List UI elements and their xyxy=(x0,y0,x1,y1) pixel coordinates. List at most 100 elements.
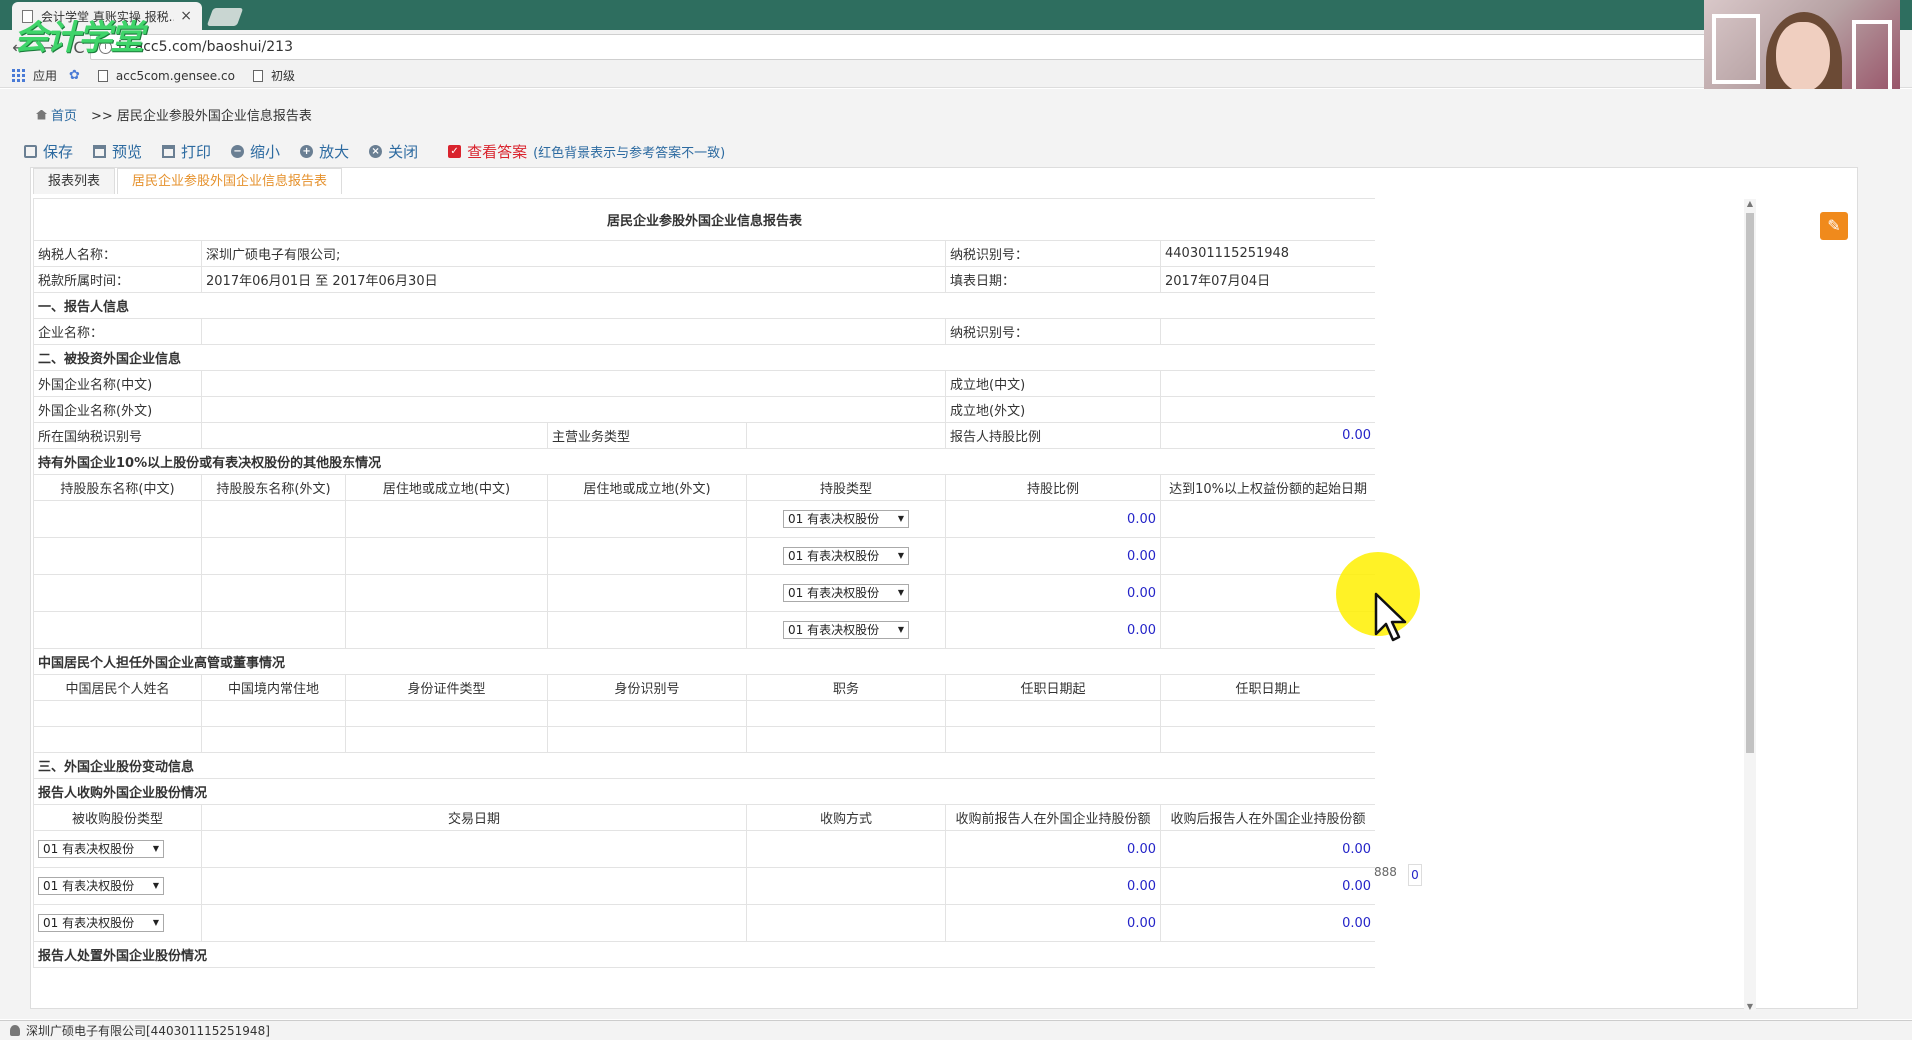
checkbox-checked-icon[interactable]: ✓ xyxy=(448,145,462,158)
cell-input[interactable] xyxy=(547,726,747,753)
bookmark-label: 初级 xyxy=(270,69,295,83)
trade-date-input[interactable] xyxy=(201,904,747,942)
close-button[interactable]: × 关闭 xyxy=(369,141,418,162)
before-share-input[interactable]: 0.00 xyxy=(945,830,1161,868)
start-date-input[interactable] xyxy=(1159,500,1375,538)
period-value: 2017年06月01日 至 2017年06月30日 xyxy=(201,266,946,293)
acquired-type-cell: 01 有表决权股份 xyxy=(33,830,202,868)
tab-foreign-investment-report[interactable]: 居民企业参股外国企业信息报告表 xyxy=(117,168,343,194)
cell-input[interactable] xyxy=(345,537,548,575)
cell-input[interactable] xyxy=(33,574,202,612)
cell-input[interactable] xyxy=(33,500,202,538)
section-foreign-company-info: 二、被投资外国企业信息 xyxy=(33,344,1375,371)
cell-input[interactable] xyxy=(547,574,747,612)
cell-input[interactable] xyxy=(746,700,946,727)
holding-ratio-input[interactable]: 0.00 xyxy=(1159,422,1375,449)
acquire-method-input[interactable] xyxy=(746,867,946,905)
acquired-type-select[interactable]: 01 有表决权股份 xyxy=(38,840,164,858)
preview-button[interactable]: 预览 xyxy=(93,141,142,162)
main-business-label: 主营业务类型 xyxy=(547,422,747,449)
acquire-method-input[interactable] xyxy=(746,830,946,868)
tab-report-list[interactable]: 报表列表 xyxy=(33,168,116,194)
save-button[interactable]: 保存 xyxy=(24,141,73,162)
scroll-down-icon[interactable]: ▼ xyxy=(1744,1002,1756,1011)
after-share-input[interactable]: 0.00 xyxy=(1159,904,1375,942)
scroll-up-icon[interactable]: ▲ xyxy=(1744,199,1756,208)
cell-input[interactable] xyxy=(345,574,548,612)
preview-label: 预览 xyxy=(112,143,143,161)
url-bar[interactable]: i lx.acc5.com/baoshui/213 xyxy=(90,34,1710,60)
cell-input[interactable] xyxy=(201,726,346,753)
cell-input[interactable] xyxy=(33,611,202,649)
cell-input[interactable] xyxy=(1159,700,1375,727)
bookmark-chuji[interactable]: 初级 xyxy=(252,67,295,84)
cell-input[interactable] xyxy=(746,726,946,753)
cell-input[interactable] xyxy=(345,611,548,649)
share-ratio-input[interactable]: 0.00 xyxy=(945,537,1161,575)
cell-input[interactable] xyxy=(33,726,202,753)
print-button[interactable]: 打印 xyxy=(162,141,211,162)
share-type-select[interactable]: 01 有表决权股份 xyxy=(783,547,909,565)
after-share-input[interactable]: 0.00 xyxy=(1159,867,1375,905)
breadcrumb-home-link[interactable]: 首页 xyxy=(51,105,77,124)
cell-input[interactable] xyxy=(33,700,202,727)
est-place-en-input[interactable] xyxy=(1159,396,1375,423)
cell-input[interactable] xyxy=(945,700,1161,727)
company-tax-id-input[interactable] xyxy=(1159,318,1375,345)
view-answer-checkbox[interactable]: ✓ 查看答案 (红色背景表示与参考答案不一致) xyxy=(448,141,725,162)
cell-input[interactable] xyxy=(201,611,346,649)
zoom-in-button[interactable]: + 放大 xyxy=(300,141,349,162)
bookmark-gensee[interactable]: acc5com.gensee.co xyxy=(97,69,235,83)
scroll-thumb[interactable] xyxy=(1746,213,1754,753)
cell-input[interactable] xyxy=(547,500,747,538)
acquired-type-select[interactable]: 01 有表决权股份 xyxy=(38,914,164,932)
cell-input[interactable] xyxy=(547,611,747,649)
share-ratio-input[interactable]: 0.00 xyxy=(945,500,1161,538)
zoom-out-button[interactable]: − 缩小 xyxy=(231,141,280,162)
cell-input[interactable] xyxy=(547,537,747,575)
before-share-input[interactable]: 0.00 xyxy=(945,904,1161,942)
cell-input[interactable] xyxy=(345,726,548,753)
cell-input[interactable] xyxy=(201,537,346,575)
bookmark-baidu[interactable]: ✿ xyxy=(69,68,86,83)
column-header: 持股比例 xyxy=(945,474,1161,501)
cell-input[interactable] xyxy=(201,700,346,727)
close-tab-icon[interactable]: × xyxy=(180,8,192,24)
foreign-name-en-input[interactable] xyxy=(201,396,946,423)
after-share-input[interactable]: 0.00 xyxy=(1159,830,1375,868)
table-row: 01 有表决权股份 0.00 xyxy=(33,500,1375,538)
est-place-cn-input[interactable] xyxy=(1159,370,1375,397)
cell-input[interactable] xyxy=(547,700,747,727)
acquire-method-input[interactable] xyxy=(746,904,946,942)
share-ratio-input[interactable]: 0.00 xyxy=(945,611,1161,649)
before-share-input[interactable]: 0.00 xyxy=(945,867,1161,905)
cell-input[interactable] xyxy=(33,537,202,575)
trade-date-input[interactable] xyxy=(201,867,747,905)
page-icon xyxy=(252,69,263,82)
cell-input[interactable] xyxy=(201,500,346,538)
share-ratio-input[interactable]: 0.00 xyxy=(945,574,1161,612)
bookmark-apps[interactable]: 应用 xyxy=(12,67,57,84)
bookmarks-bar: 应用 ✿ acc5com.gensee.co 初级 xyxy=(0,64,1912,88)
preview-icon xyxy=(93,145,107,158)
est-place-cn-label: 成立地(中文) xyxy=(945,370,1161,397)
main-business-input[interactable] xyxy=(746,422,946,449)
share-type-select[interactable]: 01 有表决权股份 xyxy=(783,510,909,528)
cell-input[interactable] xyxy=(201,574,346,612)
foreign-name-cn-input[interactable] xyxy=(201,370,946,397)
side-input[interactable]: 0 xyxy=(1408,864,1422,886)
report-tabs: 报表列表 居民企业参股外国企业信息报告表 xyxy=(33,168,344,194)
acquired-type-select[interactable]: 01 有表决权股份 xyxy=(38,877,164,895)
cell-input[interactable] xyxy=(345,700,548,727)
company-name-input[interactable] xyxy=(201,318,946,345)
cell-input[interactable] xyxy=(345,500,548,538)
form-scrollbar[interactable]: ▲ ▼ xyxy=(1744,199,1756,1011)
country-tax-id-input[interactable] xyxy=(201,422,548,449)
new-tab-button[interactable] xyxy=(206,8,244,26)
share-type-select[interactable]: 01 有表决权股份 xyxy=(783,584,909,602)
cell-input[interactable] xyxy=(945,726,1161,753)
edit-pen-button[interactable]: ✎ xyxy=(1820,212,1848,240)
share-type-select[interactable]: 01 有表决权股份 xyxy=(783,621,909,639)
cell-input[interactable] xyxy=(1159,726,1375,753)
trade-date-input[interactable] xyxy=(201,830,747,868)
